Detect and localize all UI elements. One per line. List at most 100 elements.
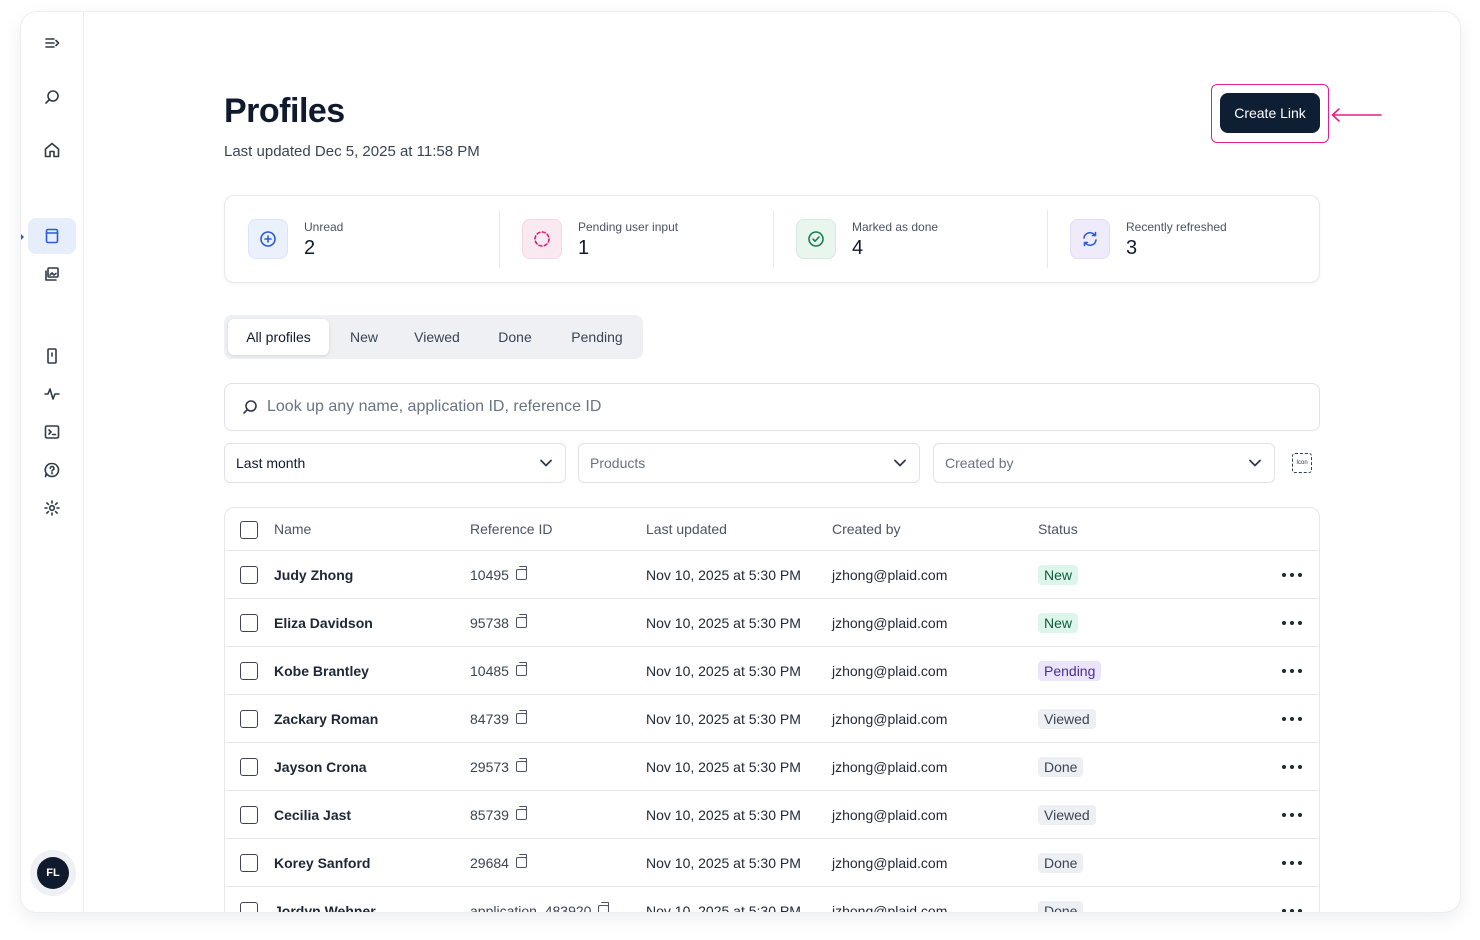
stat-done[interactable]: Marked as done 4 (773, 196, 1047, 282)
table-row[interactable]: Judy Zhong 10495 Nov 10, 2025 at 5:30 PM… (225, 551, 1319, 599)
sidebar-item-profiles[interactable] (28, 218, 76, 254)
copy-icon[interactable] (515, 806, 527, 820)
profile-name[interactable]: Judy Zhong (274, 551, 353, 598)
more-options-icon[interactable] (1282, 854, 1302, 872)
tab-new[interactable]: New (337, 319, 391, 355)
profile-name[interactable]: Eliza Davidson (274, 599, 373, 646)
column-header-created-by: Created by (832, 521, 901, 537)
stat-value: 4 (852, 237, 864, 259)
profile-name[interactable]: Kobe Brantley (274, 647, 369, 694)
created-by-placeholder: Created by (945, 455, 1014, 471)
last-updated: Nov 10, 2025 at 5:30 PM (646, 662, 801, 679)
sidebar-item-activity[interactable] (28, 376, 76, 412)
table-row[interactable]: Jayson Crona 29573 Nov 10, 2025 at 5:30 … (225, 743, 1319, 791)
copy-icon[interactable] (515, 854, 527, 868)
select-all-checkbox[interactable] (240, 521, 258, 539)
avatar[interactable]: FL (30, 850, 76, 896)
reference-id-value: 29684 (470, 854, 509, 871)
table-row[interactable]: Cecilia Jast 85739 Nov 10, 2025 at 5:30 … (225, 791, 1319, 839)
status-cell: Pending (1038, 647, 1102, 694)
more-options-icon[interactable] (1282, 566, 1302, 584)
reference-id-value: 10495 (470, 566, 509, 583)
copy-icon[interactable] (515, 710, 527, 724)
reference-id: 84739 (470, 695, 527, 742)
row-checkbox[interactable] (240, 566, 258, 584)
refresh-icon (1070, 219, 1110, 259)
table-row[interactable]: Eliza Davidson 95738 Nov 10, 2025 at 5:3… (225, 599, 1319, 647)
table-row[interactable]: Korey Sanford 29684 Nov 10, 2025 at 5:30… (225, 839, 1319, 887)
row-checkbox[interactable] (240, 902, 258, 912)
copy-icon[interactable] (515, 662, 527, 676)
reference-id: 95738 (470, 599, 527, 646)
row-checkbox[interactable] (240, 806, 258, 824)
stat-unread[interactable]: Unread 2 (225, 196, 499, 282)
table-row[interactable]: Jordyn Wehner application_483920 Nov 10,… (225, 887, 1319, 912)
search-bar (224, 383, 1320, 431)
reference-id: application_483920 (470, 887, 610, 912)
created-by: jzhong@plaid.com (832, 662, 948, 679)
chevron-down-icon (894, 459, 906, 467)
more-options-icon[interactable] (1282, 710, 1302, 728)
last-updated: Nov 10, 2025 at 5:30 PM (646, 854, 801, 871)
gallery-icon (45, 267, 59, 281)
sidebar-item-devices[interactable] (28, 338, 76, 374)
profile-name[interactable]: Cecilia Jast (274, 791, 351, 838)
create-link-highlight: Create Link (1211, 84, 1329, 143)
row-checkbox[interactable] (240, 614, 258, 632)
more-options-icon[interactable] (1282, 806, 1302, 824)
reference-id: 10495 (470, 551, 527, 598)
row-checkbox[interactable] (240, 854, 258, 872)
stat-pending[interactable]: Pending user input 1 (499, 196, 773, 282)
table-row[interactable]: Zackary Roman 84739 Nov 10, 2025 at 5:30… (225, 695, 1319, 743)
status-badge: Done (1038, 900, 1084, 912)
active-indicator (21, 232, 24, 242)
last-updated: Nov 10, 2025 at 5:30 PM (646, 902, 801, 913)
profile-name[interactable]: Korey Sanford (274, 839, 370, 886)
copy-icon[interactable] (515, 566, 527, 580)
created-by: jzhong@plaid.com (832, 758, 948, 775)
table-row[interactable]: Kobe Brantley 10485 Nov 10, 2025 at 5:30… (225, 647, 1319, 695)
sidebar-toggle-button[interactable] (28, 25, 76, 61)
sidebar-search-button[interactable] (28, 79, 76, 115)
more-options-icon[interactable] (1282, 662, 1302, 680)
more-options-icon[interactable] (1282, 614, 1302, 632)
more-options-icon[interactable] (1282, 758, 1302, 776)
profile-name[interactable]: Zackary Roman (274, 695, 378, 742)
profile-name[interactable]: Jordyn Wehner (274, 887, 376, 913)
row-checkbox[interactable] (240, 710, 258, 728)
created-by-select[interactable]: Created by (933, 443, 1275, 483)
stat-label: Unread (304, 220, 344, 234)
copy-icon[interactable] (515, 614, 527, 628)
created-by: jzhong@plaid.com (832, 854, 948, 871)
sidebar-item-home[interactable] (28, 132, 76, 168)
more-options-icon[interactable] (1282, 902, 1302, 912)
profiles-table: Name Reference ID Last updated Created b… (224, 507, 1320, 912)
stat-refreshed[interactable]: Recently refreshed 3 (1047, 196, 1321, 282)
reference-id: 10485 (470, 647, 527, 694)
row-checkbox[interactable] (240, 758, 258, 776)
copy-icon[interactable] (515, 758, 527, 772)
reference-id: 29573 (470, 743, 527, 790)
stat-label: Pending user input (578, 220, 679, 234)
copy-icon[interactable] (598, 902, 610, 912)
tab-done[interactable]: Done (483, 319, 547, 355)
sidebar-item-settings[interactable] (28, 490, 76, 526)
tab-pending[interactable]: Pending (557, 319, 637, 355)
sidebar-item-console[interactable] (28, 414, 76, 450)
app-window: FL Profiles Last updated Dec 5, 2025 at … (21, 12, 1460, 912)
placeholder-icon-button[interactable]: Icon (1292, 453, 1312, 473)
profile-name[interactable]: Jayson Crona (274, 743, 367, 790)
date-range-select[interactable]: Last month (224, 443, 566, 483)
sidebar-item-gallery[interactable] (28, 256, 76, 292)
last-updated-text: Last updated Dec 5, 2025 at 11:58 PM (224, 143, 480, 160)
created-by: jzhong@plaid.com (832, 614, 948, 631)
tab-all-profiles[interactable]: All profiles (228, 319, 329, 355)
sidebar-item-help[interactable] (28, 452, 76, 488)
tab-viewed[interactable]: Viewed (401, 319, 473, 355)
products-select[interactable]: Products (578, 443, 920, 483)
row-checkbox[interactable] (240, 662, 258, 680)
search-input[interactable] (267, 398, 1167, 416)
create-link-button[interactable]: Create Link (1220, 93, 1320, 133)
gear-icon (44, 500, 60, 516)
created-by: jzhong@plaid.com (832, 902, 948, 913)
